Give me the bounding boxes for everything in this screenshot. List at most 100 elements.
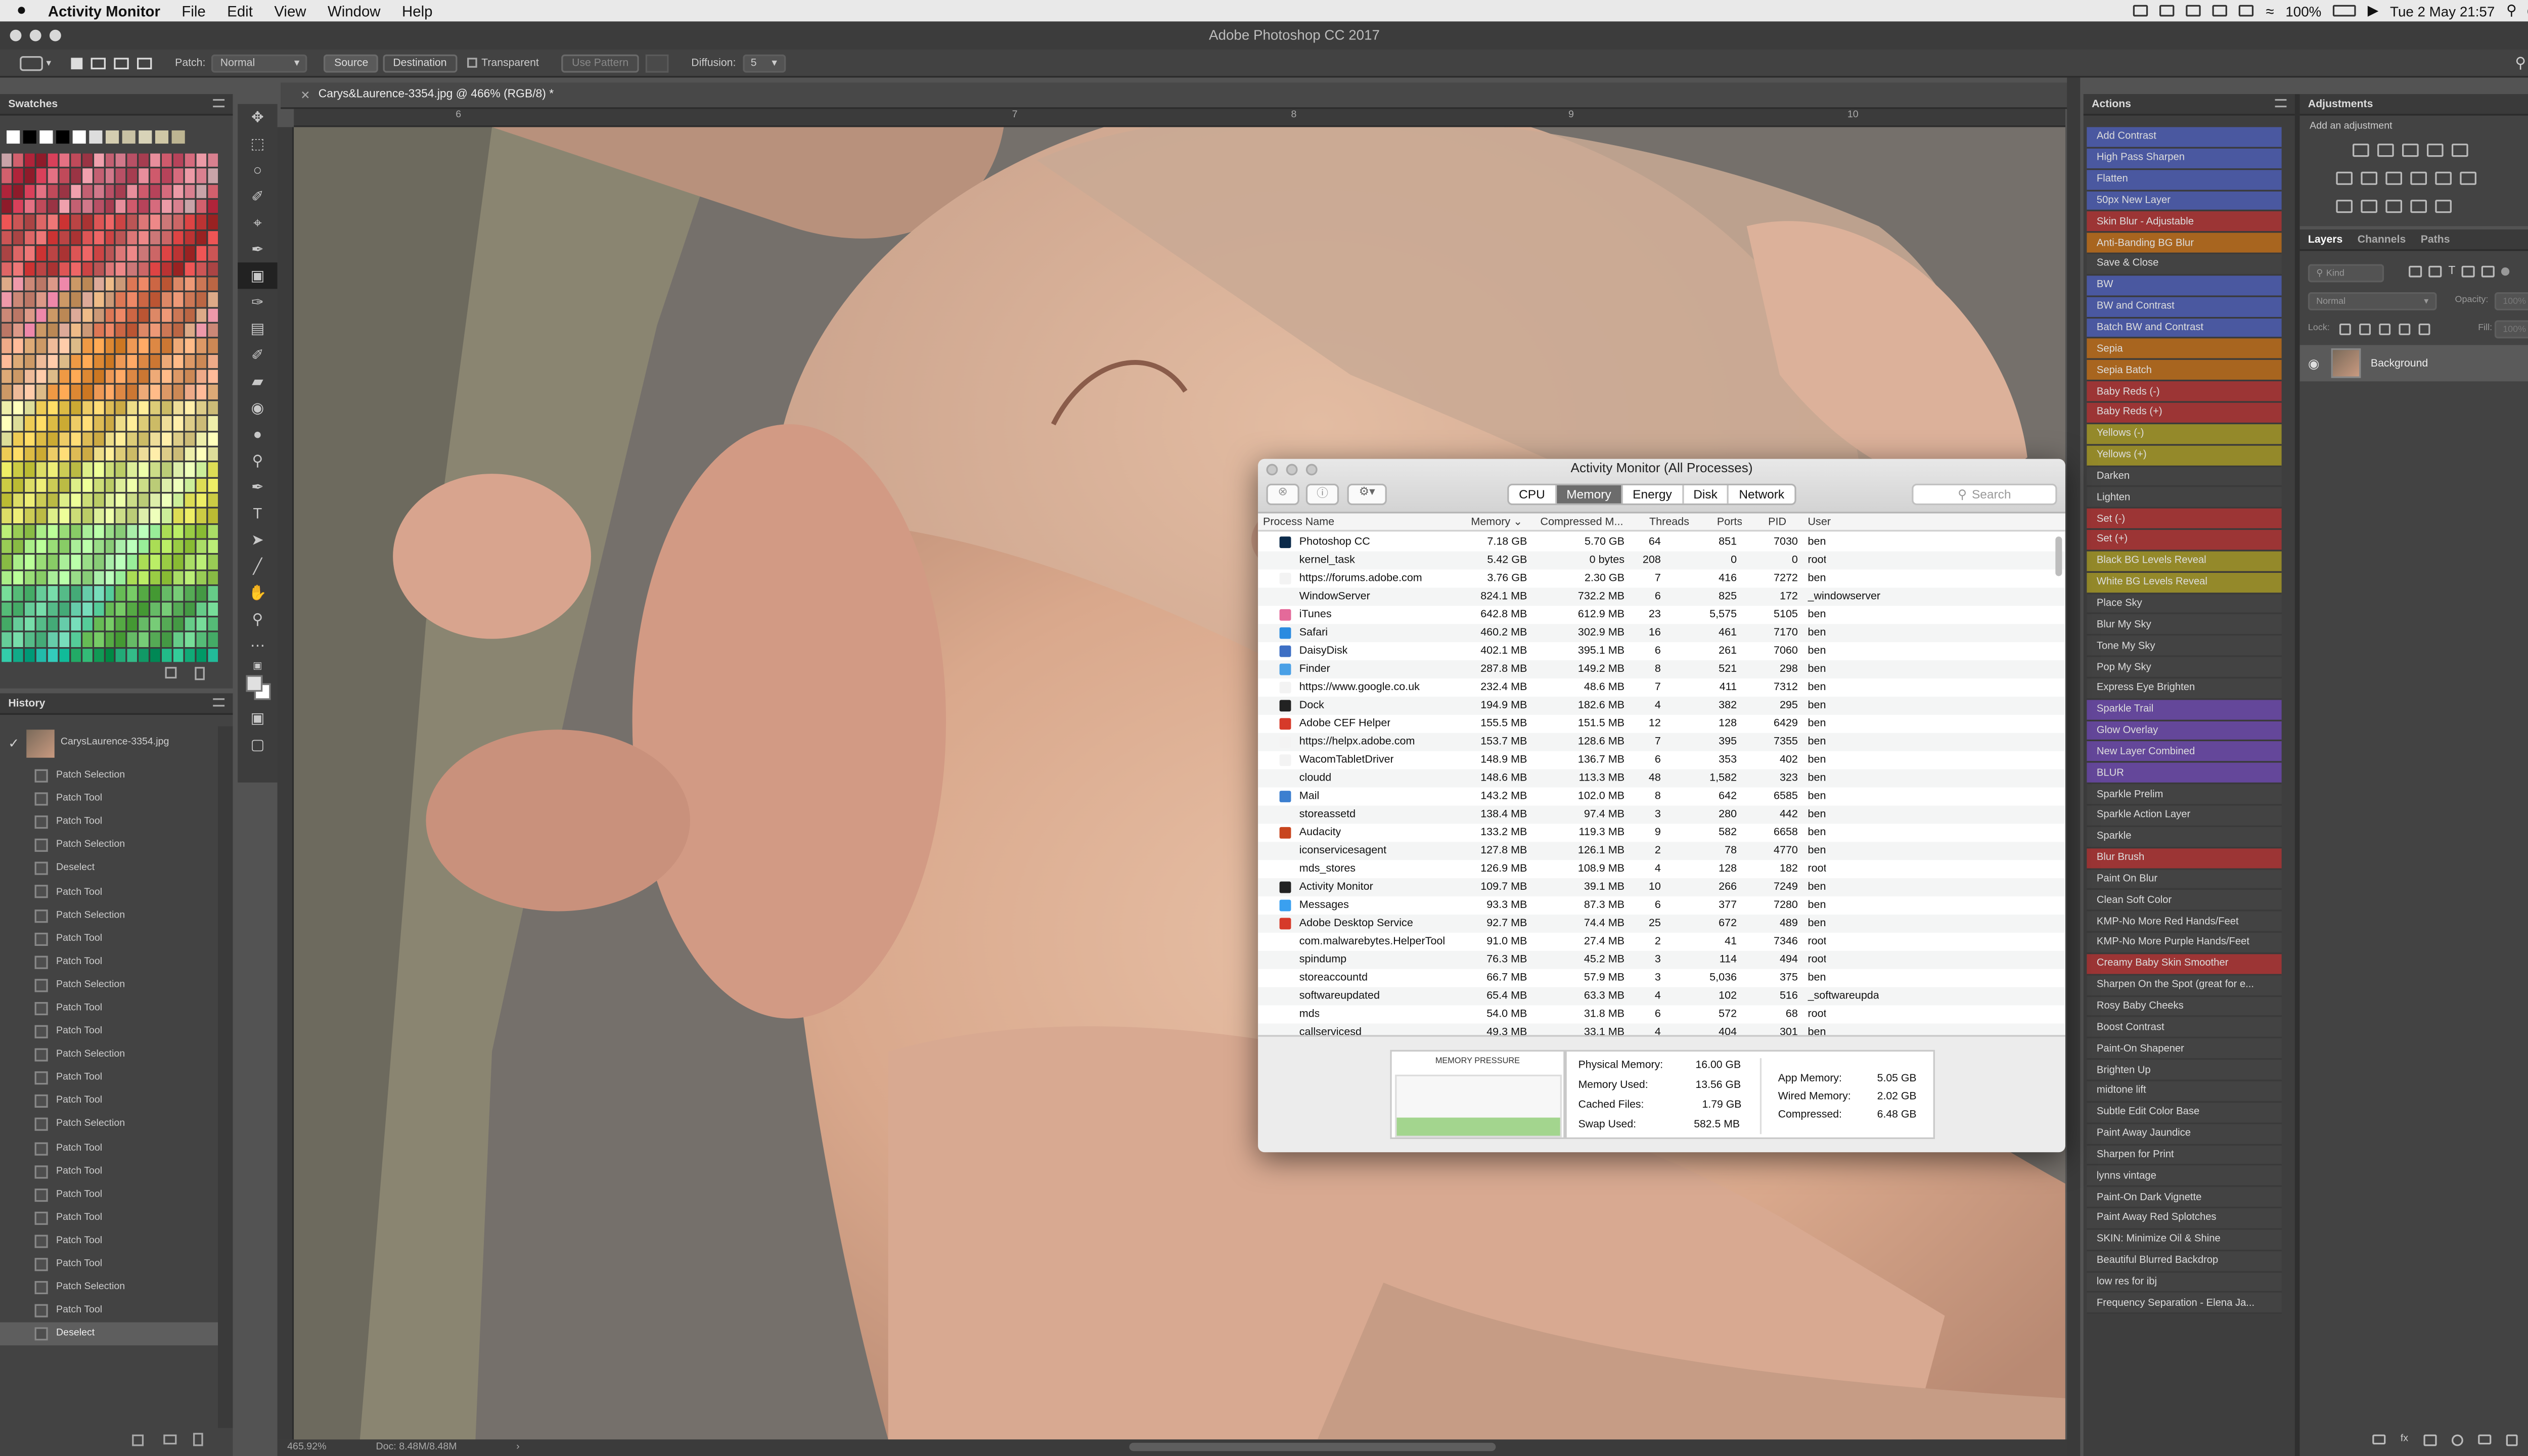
- history-state[interactable]: Patch Tool: [0, 1160, 218, 1183]
- swatch[interactable]: [173, 184, 184, 199]
- swatch[interactable]: [36, 524, 46, 538]
- swatch[interactable]: [196, 478, 207, 492]
- type-filter-icon[interactable]: T: [2448, 266, 2455, 278]
- swatch[interactable]: [93, 602, 104, 616]
- swatch[interactable]: [208, 277, 218, 291]
- swatch[interactable]: [127, 400, 138, 415]
- search-field[interactable]: ⚲ Search: [1912, 483, 2057, 506]
- swatch[interactable]: [127, 617, 138, 631]
- add-selection-icon[interactable]: [91, 57, 106, 69]
- swatch[interactable]: [93, 200, 104, 214]
- menu-window[interactable]: Window: [328, 3, 381, 19]
- action-item[interactable]: lynns vintage: [2087, 1166, 2282, 1188]
- layer-name[interactable]: Background: [2371, 357, 2428, 369]
- swatch[interactable]: [127, 370, 138, 384]
- history-state[interactable]: Patch Tool: [0, 1067, 218, 1090]
- swatch[interactable]: [139, 354, 149, 369]
- swatch[interactable]: [82, 261, 92, 276]
- swatch[interactable]: [116, 354, 126, 369]
- swatch[interactable]: [208, 184, 218, 199]
- swatch[interactable]: [13, 400, 23, 415]
- swatch[interactable]: [93, 231, 104, 245]
- swatch[interactable]: [13, 246, 23, 260]
- swatch[interactable]: [93, 431, 104, 446]
- swatch[interactable]: [127, 277, 138, 291]
- swatch[interactable]: [59, 370, 69, 384]
- swatch[interactable]: [127, 339, 138, 353]
- history-state[interactable]: Patch Selection: [0, 834, 218, 857]
- swatch[interactable]: [82, 540, 92, 554]
- action-item[interactable]: Anti-Banding BG Blur: [2087, 233, 2282, 255]
- history-scrollbar[interactable]: [218, 726, 233, 1428]
- swatch[interactable]: [47, 571, 58, 585]
- swatch[interactable]: [70, 632, 80, 647]
- shape-filter-icon[interactable]: [2462, 265, 2475, 278]
- swatch[interactable]: [47, 524, 58, 538]
- swatch[interactable]: [139, 602, 149, 616]
- swatch[interactable]: [93, 416, 104, 430]
- swatch[interactable]: [105, 292, 115, 307]
- swatch[interactable]: [93, 463, 104, 477]
- action-item[interactable]: Sparkle Prelim: [2087, 784, 2282, 806]
- swatch[interactable]: [36, 339, 46, 353]
- action-item[interactable]: Blur Brush: [2087, 848, 2282, 870]
- swatch[interactable]: [24, 339, 35, 353]
- table-row[interactable]: https://www.google.co.uk 232.4 MB 48.6 MB 7…: [1258, 678, 2065, 697]
- swatch[interactable]: [36, 277, 46, 291]
- col-pid[interactable]: PID: [1768, 516, 1786, 527]
- swatch[interactable]: [139, 246, 149, 260]
- swatch[interactable]: [196, 602, 207, 616]
- action-item[interactable]: Save & Close: [2087, 254, 2282, 276]
- minimize-window-button[interactable]: [29, 29, 41, 41]
- swatch[interactable]: [47, 292, 58, 307]
- swatch[interactable]: [82, 184, 92, 199]
- history-state[interactable]: Patch Tool: [0, 1206, 218, 1230]
- swatch[interactable]: [82, 292, 92, 307]
- action-item[interactable]: Sparkle Action Layer: [2087, 805, 2282, 827]
- swatch[interactable]: [24, 308, 35, 322]
- swatch[interactable]: [116, 632, 126, 647]
- table-row[interactable]: storeaccountd 66.7 MB 57.9 MB 3 5,036 375 ben: [1258, 969, 2065, 987]
- swatch[interactable]: [185, 478, 195, 492]
- swatch[interactable]: [116, 555, 126, 569]
- swatch[interactable]: [47, 648, 58, 662]
- action-item[interactable]: Set (-): [2087, 509, 2282, 530]
- swatch[interactable]: [151, 354, 161, 369]
- swatch[interactable]: [70, 354, 80, 369]
- swatch[interactable]: [47, 370, 58, 384]
- clone-stamp-tool-icon[interactable]: ▤: [238, 315, 277, 342]
- history-state[interactable]: Deselect: [0, 857, 218, 881]
- swatch[interactable]: [59, 200, 69, 214]
- swatch[interactable]: [82, 153, 92, 167]
- swatch[interactable]: [13, 555, 23, 569]
- history-state[interactable]: Patch Tool: [0, 1020, 218, 1043]
- swatch[interactable]: [59, 400, 69, 415]
- swatch[interactable]: [139, 431, 149, 446]
- swatch[interactable]: [36, 509, 46, 523]
- action-item[interactable]: Yellows (+): [2087, 445, 2282, 467]
- swatch[interactable]: [24, 200, 35, 214]
- swatch[interactable]: [208, 261, 218, 276]
- swatch[interactable]: [24, 292, 35, 307]
- actions-title[interactable]: Actions: [2092, 98, 2131, 110]
- swatch[interactable]: [82, 400, 92, 415]
- swatch[interactable]: [185, 215, 195, 230]
- table-row[interactable]: iTunes 642.8 MB 612.9 MB 23 5,575 5105 ben: [1258, 606, 2065, 624]
- swatch[interactable]: [23, 130, 36, 144]
- swatch[interactable]: [47, 323, 58, 338]
- swatch[interactable]: [208, 586, 218, 601]
- swatch[interactable]: [185, 571, 195, 585]
- swatch[interactable]: [196, 200, 207, 214]
- swatch[interactable]: [162, 200, 172, 214]
- swatch[interactable]: [82, 648, 92, 662]
- swatch[interactable]: [70, 184, 80, 199]
- bluetooth-icon[interactable]: [2239, 5, 2254, 17]
- blend-mode-select[interactable]: Normal ▾: [2308, 292, 2437, 310]
- swatch[interactable]: [162, 555, 172, 569]
- action-item[interactable]: Tone My Sky: [2087, 635, 2282, 657]
- swatch[interactable]: [151, 431, 161, 446]
- swatch[interactable]: [59, 431, 69, 446]
- swatch[interactable]: [196, 463, 207, 477]
- swatch[interactable]: [139, 308, 149, 322]
- intersect-selection-icon[interactable]: [137, 57, 152, 69]
